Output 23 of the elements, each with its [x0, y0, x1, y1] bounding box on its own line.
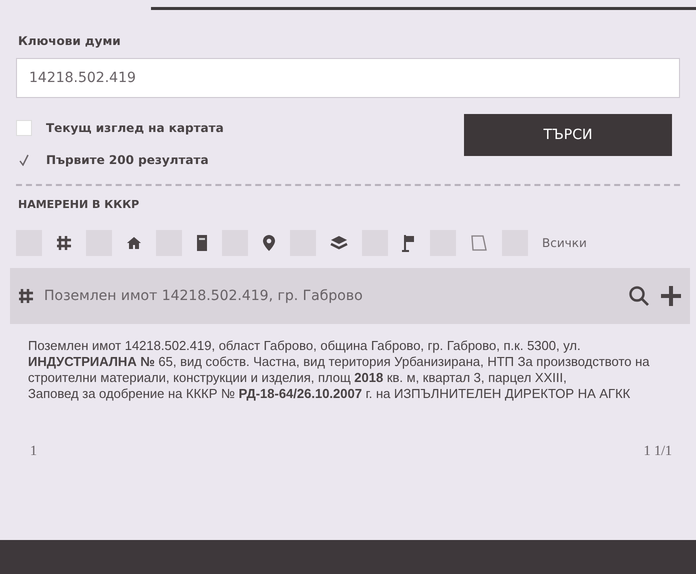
- building-icon: [196, 234, 208, 252]
- polygon-icon: [470, 234, 488, 252]
- keywords-field[interactable]: 14218.502.419: [16, 58, 680, 98]
- search-button[interactable]: ТЪРСИ: [464, 114, 672, 156]
- approval-order-text: Заповед за одобрение на КККР № РД-18-64/26.10.2007 г. на ИЗПЪЛНИТЕЛЕН ДИРЕКТОР НА АГКК: [28, 386, 632, 402]
- result-header[interactable]: Поземлен имот 14218.502.419, гр. Габрово: [10, 268, 690, 324]
- option-label: Текущ изглед на картата: [46, 121, 224, 135]
- grid-icon: [56, 235, 72, 251]
- keywords-label: Ключови думи: [18, 34, 121, 48]
- grid-icon: [18, 288, 34, 304]
- flag-icon: [402, 234, 416, 252]
- result-title: Поземлен имот 14218.502.419, гр. Габрово: [44, 288, 364, 304]
- filter-label[interactable]: Всички: [542, 236, 587, 250]
- page-number[interactable]: 1: [30, 444, 37, 460]
- add-icon[interactable]: [660, 285, 682, 307]
- page-summary: 1 1/1: [644, 444, 672, 460]
- option-label: Първите 200 резултата: [46, 153, 209, 167]
- checkbox[interactable]: [16, 120, 32, 136]
- house-icon: [126, 235, 142, 251]
- results-heading: НАМЕРЕНИ В КККР: [18, 198, 140, 211]
- pin-icon: [262, 234, 276, 252]
- layers-icon: [330, 235, 348, 251]
- search-icon[interactable]: [628, 285, 650, 307]
